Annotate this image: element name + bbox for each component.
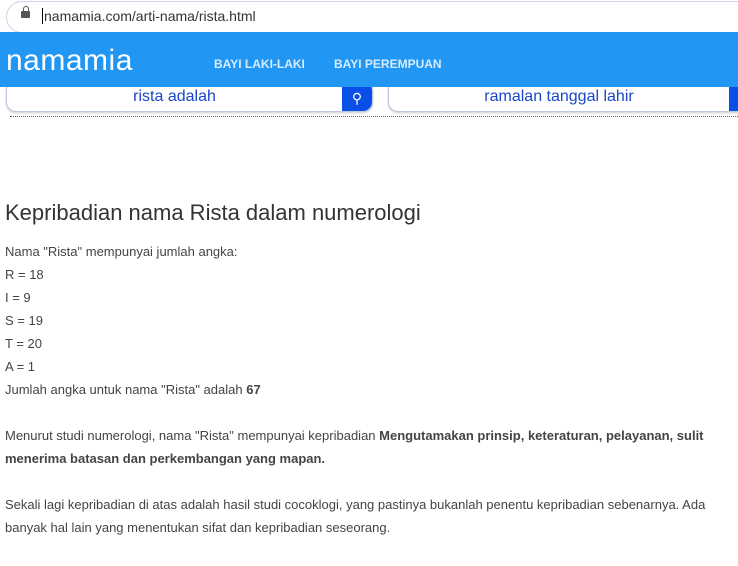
divider [10,116,738,117]
personality-text: Menurut studi numerologi, nama "Rista" m… [5,424,730,470]
nav-bayi-laki-laki[interactable]: BAYI LAKI-LAKI [214,57,305,71]
letter-value: R = 18 [5,267,44,282]
nav-bayi-perempuan[interactable]: BAYI PEREMPUAN [334,57,442,71]
search-input[interactable]: ramalan tanggal lahir [389,88,729,106]
total-label: Jumlah angka untuk nama "Rista" adalah [5,382,247,397]
letter-value: S = 19 [5,313,43,328]
letter-value: T = 20 [5,336,42,351]
site-header: namamia BAYI LAKI-LAKI BAYI PEREMPUAN [0,32,738,87]
url-text[interactable]: namamia.com/arti-nama/rista.html [42,8,256,24]
personality-label: Menurut studi numerologi, nama "Rista" m… [5,428,380,443]
logo[interactable]: namamia [6,44,133,78]
disclaimer-text: Sekali lagi kepribadian di atas adalah h… [5,497,706,535]
address-bar[interactable]: namamia.com/arti-nama/rista.html [6,1,738,33]
search-input[interactable]: rista adalah [7,88,342,106]
total-value: 67 [246,382,261,397]
article-body: Nama "Rista" mempunyai jumlah angka: R =… [5,240,730,562]
letter-value: A = 1 [5,359,35,374]
total-line: Jumlah angka untuk nama "Rista" adalah 6… [5,378,730,401]
intro-text: Nama "Rista" mempunyai jumlah angka: [5,244,238,259]
lock-icon [21,6,30,18]
page-title: Kepribadian nama Rista dalam numerologi [5,200,421,225]
letter-value: I = 9 [5,290,31,305]
